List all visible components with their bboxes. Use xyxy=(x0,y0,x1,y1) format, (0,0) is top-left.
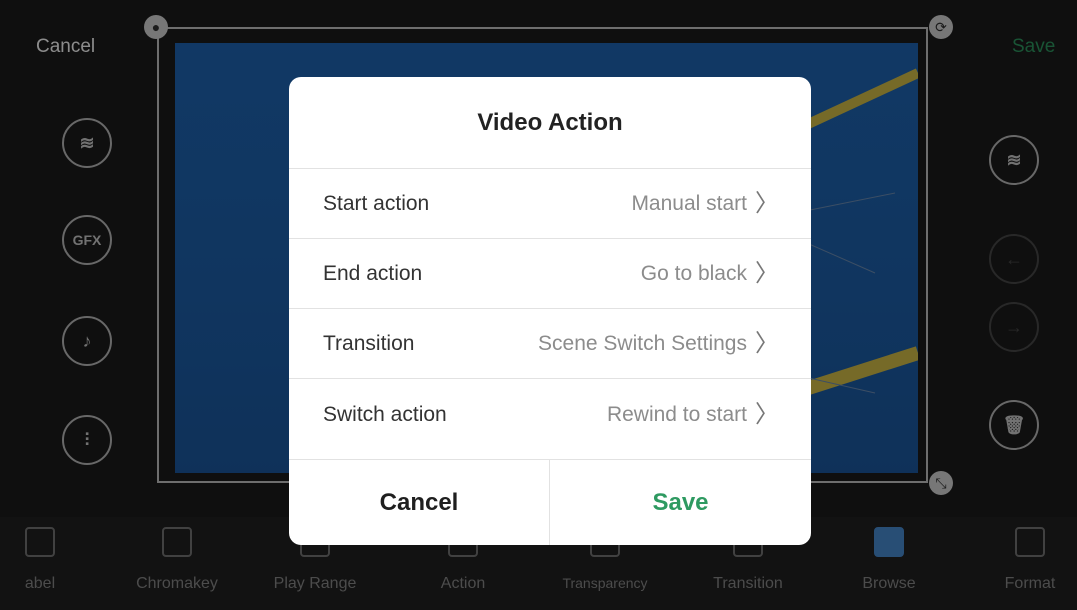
chevron-right-icon: 〉 xyxy=(755,260,779,287)
video-action-dialog: Video Action Start action Manual start 〉… xyxy=(289,77,811,545)
row-value: Manual start xyxy=(631,192,747,215)
row-label: Start action xyxy=(323,192,430,215)
row-start-action[interactable]: Start action Manual start 〉 xyxy=(289,169,811,239)
row-label: End action xyxy=(323,262,423,285)
row-label: Switch action xyxy=(323,403,447,426)
chevron-right-icon: 〉 xyxy=(755,190,779,217)
row-end-action[interactable]: End action Go to black 〉 xyxy=(289,239,811,309)
chevron-right-icon: 〉 xyxy=(755,330,779,357)
row-value: Go to black xyxy=(640,262,747,285)
row-transition[interactable]: Transition Scene Switch Settings 〉 xyxy=(289,309,811,379)
row-value: Scene Switch Settings xyxy=(538,332,747,355)
save-button[interactable]: Save xyxy=(550,460,811,545)
row-switch-action[interactable]: Switch action Rewind to start 〉 xyxy=(289,379,811,460)
row-label: Transition xyxy=(323,332,415,355)
row-value: Rewind to start xyxy=(606,403,747,426)
dialog-buttons: Cancel Save xyxy=(289,460,811,545)
cancel-button[interactable]: Cancel xyxy=(289,460,550,545)
chevron-right-icon: 〉 xyxy=(755,401,779,428)
dialog-title: Video Action xyxy=(289,77,811,169)
